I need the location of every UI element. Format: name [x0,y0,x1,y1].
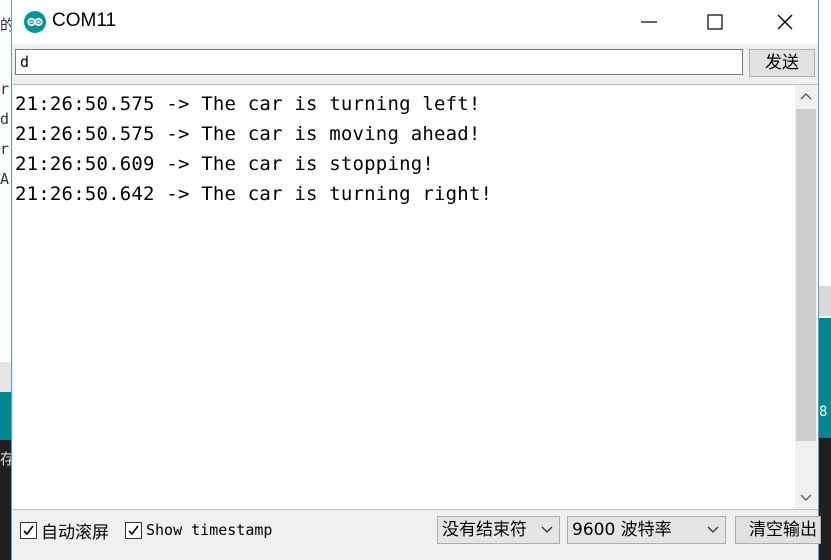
send-input[interactable]: d [15,49,743,75]
chevron-up-icon [800,93,812,100]
status-bar: 自动滚屏 Show timestamp 没有结束符 9600 波特率 清空输出 [12,510,821,560]
chevron-down-icon [707,526,719,533]
baud-rate-value: 9600 波特率 [572,520,672,540]
close-button[interactable] [762,0,808,44]
minimize-button[interactable] [626,0,672,44]
chevron-down-icon [541,526,553,533]
output-line: 21:26:50.609 -> The car is stopping! [15,153,435,175]
timestamp-label: Show timestamp [146,521,273,539]
vertical-scrollbar[interactable] [795,85,817,509]
output-line: 21:26:50.575 -> The car is turning left! [15,93,481,115]
scroll-up-button[interactable] [795,85,817,107]
scroll-thumb[interactable] [796,109,816,441]
send-button[interactable]: 发送 [749,49,815,77]
output-line: 21:26:50.575 -> The car is moving ahead! [15,123,481,145]
line-ending-value: 没有结束符 [442,520,527,540]
window-title: COM11 [52,10,117,31]
close-icon [777,14,793,30]
timestamp-checkbox[interactable] [125,521,142,539]
minimize-icon [641,21,657,23]
background-text: r [0,140,10,158]
send-row: d 发送 [12,44,818,82]
baud-rate-select[interactable]: 9600 波特率 [567,516,726,544]
checkmark-icon [23,525,34,535]
maximize-button[interactable] [692,0,738,44]
background-text: d [0,110,10,128]
checkmark-icon [128,525,139,535]
clear-output-button[interactable]: 清空输出 [735,516,821,544]
serial-monitor-window: COM11 d 发送 21:26:50.575 -> The car is tu… [11,0,821,560]
scroll-down-button[interactable] [795,487,817,509]
background-text: 8 [819,404,828,420]
arduino-icon [24,11,46,33]
chevron-down-icon [800,494,812,501]
background-text: r [0,80,10,98]
background-toolbar: 8 [819,318,831,438]
maximize-icon [707,14,723,30]
line-ending-select[interactable]: 没有结束符 [437,516,560,544]
background-text: A [0,170,10,188]
background-panel [819,286,831,316]
autoscroll-checkbox[interactable] [20,521,37,539]
title-bar[interactable]: COM11 [12,0,818,44]
output-lines: 21:26:50.575 -> The car is turning left!… [15,89,492,209]
timestamp-option[interactable]: Show timestamp [125,519,272,541]
output-line: 21:26:50.642 -> The car is turning right… [15,183,493,205]
autoscroll-option[interactable]: 自动滚屏 [20,519,109,543]
autoscroll-label: 自动滚屏 [41,522,109,543]
serial-output[interactable]: 21:26:50.575 -> The car is turning left!… [13,84,818,510]
